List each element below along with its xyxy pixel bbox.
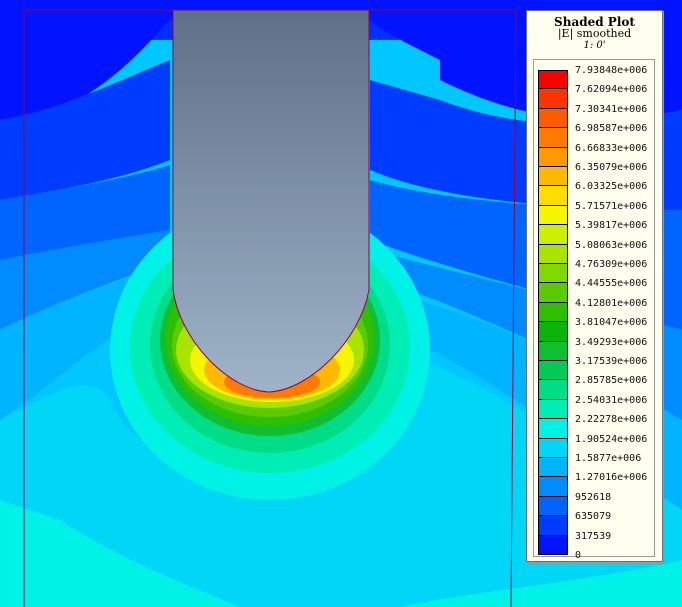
legend-tick-label: 3.81047e+006 [575,317,648,329]
legend-tick-label: 1.90524e+006 [575,433,648,445]
legend-swatch [538,128,568,148]
legend-color-scale: 7.93848e+006 7.62094e+006 7.30341e+006 6.98… [533,59,655,561]
legend-swatch [538,458,568,478]
legend-tick-label: 4.44555e+006 [575,278,648,290]
legend-tick-label: 4.76309e+006 [575,259,648,270]
legend-quantity: |E| [557,27,574,40]
legend-tick-label: 1.27016e+006 [575,472,648,484]
legend-tick-label: 5.39817e+006 [575,220,648,232]
legend-tick-label: 6.98587e+006 [575,123,648,135]
legend-swatch [538,341,568,361]
legend-tick-label: 3.49293e+006 [575,336,648,348]
legend-mode: smoothed [576,27,632,40]
legend-swatch [538,264,568,284]
legend-tick-label: 6.35079e+006 [575,162,648,173]
legend-tick-label: 0 [575,550,582,561]
legend-time: 1: 0' [583,40,606,51]
legend-tick-label: 6.66833e+006 [575,142,648,154]
legend-swatch [538,186,568,206]
legend-swatch [538,438,568,458]
legend-swatch [538,167,568,187]
legend-swatch [538,380,568,400]
electrode-rod[interactable] [172,9,370,393]
legend-tick-label: 7.93848e+006 [575,65,648,76]
legend-tick-label: 635079 [575,511,612,523]
legend-swatch [538,516,568,536]
legend-tick-label: 2.54031e+006 [575,394,648,406]
legend-swatch [538,496,568,517]
field-plot-viewport[interactable]: Shaded Plot |E| smoothed 1: 0' 7.93848e+… [0,0,682,607]
legend-swatch [538,283,568,303]
legend-swatch [538,147,568,167]
legend-swatch [538,108,568,129]
legend-swatch [538,302,568,323]
legend-swatch [538,322,568,342]
legend-tick-label: 6.03325e+006 [575,181,648,193]
legend-swatch [538,70,568,90]
legend-tick-label: 952618 [575,491,612,503]
legend-swatch [538,419,568,439]
legend-tick-label: 1.5877e+006 [575,453,642,464]
legend-tick-label: 3.17539e+006 [575,356,648,367]
legend-swatch [538,244,568,264]
legend-tick-label: 7.30341e+006 [575,103,648,115]
legend-swatch [538,399,568,420]
legend-swatch [538,477,568,497]
legend-swatch [538,361,568,381]
legend-tick-label: 7.62094e+006 [575,84,648,96]
legend-swatch [538,205,568,226]
legend-tick-label: 2.85785e+006 [575,375,648,387]
shaded-plot-legend[interactable]: Shaded Plot |E| smoothed 1: 0' 7.93848e+… [526,10,663,562]
legend-swatch [538,89,568,109]
legend-tick-label: 2.22278e+006 [575,414,648,426]
legend-swatch [538,535,568,555]
legend-tick-label: 317539 [575,530,612,542]
legend-tick-label: 5.08063e+006 [575,239,648,251]
legend-tick-label: 4.12801e+006 [575,297,648,309]
legend-swatch [538,225,568,245]
legend-tick-label: 5.71571e+006 [575,200,648,212]
